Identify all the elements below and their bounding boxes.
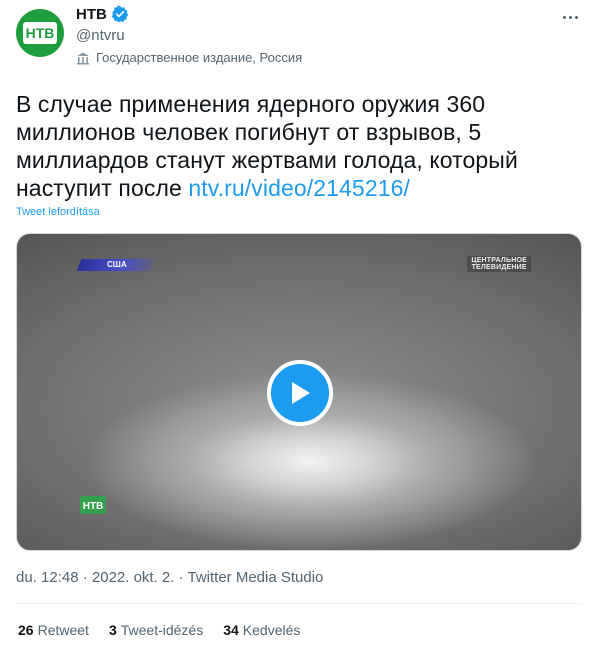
- country-tag: США: [107, 260, 127, 269]
- quotes-label: Tweet-idézés: [120, 622, 204, 638]
- ntv-watermark-icon: НТВ: [80, 496, 106, 514]
- likes-stat[interactable]: 34 Kedvelés: [223, 622, 300, 638]
- channel-logo: ЦЕНТРАЛЬНОЕ ТЕЛЕВИДЕНИЕ: [467, 256, 531, 272]
- tweet-link[interactable]: ntv.ru/video/2145216/: [188, 175, 410, 201]
- government-label-text: Государственное издание, Россия: [96, 50, 303, 65]
- more-dot: [562, 15, 566, 19]
- more-dot: [574, 15, 578, 19]
- play-icon: [292, 382, 310, 404]
- tweet-text: В случае применения ядерного оружия 360 …: [16, 90, 576, 202]
- channel-logo-line1: ЦЕНТРАЛЬНОЕ: [471, 257, 527, 264]
- video-player[interactable]: США ЦЕНТРАЛЬНОЕ ТЕЛЕВИДЕНИЕ НТВ: [16, 233, 582, 551]
- author-handle[interactable]: @ntvru: [76, 27, 125, 44]
- likes-count: 34: [223, 622, 239, 638]
- svg-text:НТВ: НТВ: [26, 25, 55, 41]
- channel-logo-line2: ТЕЛЕВИДЕНИЕ: [471, 264, 527, 271]
- translate-tweet-link[interactable]: Tweet lefordítása: [16, 206, 100, 218]
- svg-text:НТВ: НТВ: [83, 501, 104, 512]
- likes-label: Kedvelés: [242, 622, 301, 638]
- retweets-stat[interactable]: 26 Retweet: [18, 622, 89, 638]
- more-dot: [568, 15, 572, 19]
- divider: [16, 603, 582, 604]
- tweet-timestamp[interactable]: du. 12:48 · 2022. okt. 2. · Twitter Medi…: [16, 569, 323, 586]
- avatar[interactable]: НТВ: [16, 9, 64, 57]
- retweets-label: Retweet: [37, 622, 89, 638]
- government-label[interactable]: Государственное издание, Россия: [76, 50, 302, 65]
- retweets-count: 26: [18, 622, 34, 638]
- video-frame: США ЦЕНТРАЛЬНОЕ ТЕЛЕВИДЕНИЕ НТВ: [17, 234, 581, 550]
- author-name-row: НТВ: [76, 5, 129, 23]
- gov-building-icon: [77, 52, 89, 64]
- verified-badge-icon: [111, 5, 129, 23]
- engagement-stats: 26 Retweet 3 Tweet-idézés 34 Kedvelés: [18, 622, 300, 638]
- more-options-button[interactable]: [558, 8, 582, 26]
- quotes-stat[interactable]: 3 Tweet-idézés: [109, 622, 203, 638]
- display-name[interactable]: НТВ: [76, 6, 107, 23]
- quotes-count: 3: [108, 622, 117, 638]
- ntv-logo-icon: НТВ: [23, 22, 57, 44]
- play-button[interactable]: [267, 360, 333, 426]
